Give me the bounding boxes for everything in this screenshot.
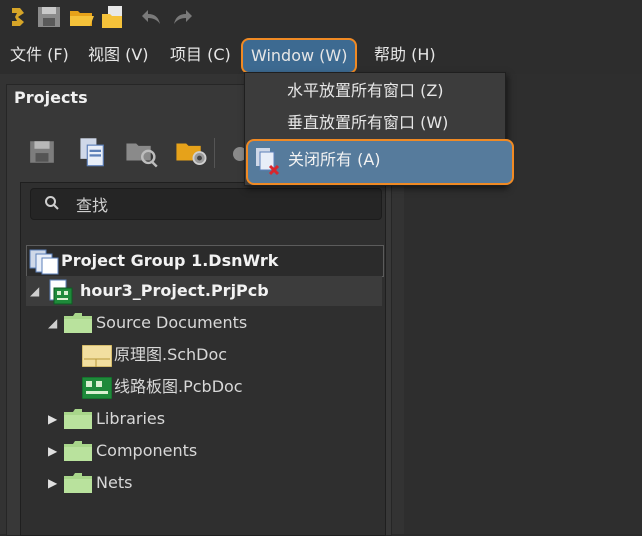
folder-icon bbox=[64, 313, 92, 333]
pcb-project-icon bbox=[49, 279, 73, 305]
project-group-label: Project Group 1.DsnWrk bbox=[61, 251, 279, 270]
schematic-doc-icon bbox=[82, 345, 112, 367]
collapse-arrow-icon[interactable]: ◢ bbox=[48, 308, 57, 338]
nets-label: Nets bbox=[96, 473, 133, 492]
schdoc-label: 原理图.SchDoc bbox=[114, 345, 228, 364]
panel-title: Projects bbox=[14, 88, 88, 107]
workspace-icon bbox=[29, 249, 59, 275]
components-label: Components bbox=[96, 441, 198, 460]
tree-row-schdoc[interactable]: 原理图.SchDoc bbox=[26, 340, 382, 370]
tree-row-nets[interactable]: ▶ Nets bbox=[26, 468, 382, 498]
tree-row-pcbdoc[interactable]: 线路板图.PcbDoc bbox=[26, 372, 382, 402]
tree-row-project-group[interactable]: Project Group 1.DsnWrk bbox=[26, 245, 384, 277]
project-label: hour3_Project.PrjPcb bbox=[80, 281, 269, 300]
menu-item-tile-vertical[interactable]: 垂直放置所有窗口 (W) bbox=[245, 107, 505, 139]
menu-project[interactable]: 项目 (C) bbox=[170, 42, 231, 68]
project-options-icon[interactable] bbox=[174, 136, 208, 168]
collapse-arrow-icon[interactable]: ◢ bbox=[30, 276, 39, 306]
menu-item-label: 垂直放置所有窗口 (W) bbox=[287, 113, 449, 132]
close-all-icon bbox=[256, 148, 280, 176]
app-logo-icon bbox=[12, 8, 24, 26]
expand-arrow-icon[interactable]: ▶ bbox=[48, 468, 57, 498]
folder-icon bbox=[64, 409, 92, 429]
open-folder-icon[interactable] bbox=[68, 4, 94, 30]
pcb-doc-icon bbox=[82, 377, 112, 399]
redo-icon[interactable] bbox=[170, 4, 196, 30]
menu-bar: 文件 (F) 视图 (V) 项目 (C) Window (W) 帮助 (H) bbox=[0, 36, 642, 74]
folder-icon bbox=[64, 441, 92, 461]
menu-item-label: 关闭所有 (A) bbox=[288, 150, 381, 169]
menu-item-close-all[interactable]: 关闭所有 (A) bbox=[246, 139, 514, 185]
libraries-label: Libraries bbox=[96, 409, 166, 428]
tree-row-components[interactable]: ▶ Components bbox=[26, 436, 382, 466]
menu-window[interactable]: Window (W) bbox=[241, 38, 358, 74]
search-placeholder: 查找 bbox=[76, 196, 109, 215]
menu-item-tile-horizontal[interactable]: 水平放置所有窗口 (Z) bbox=[245, 75, 505, 107]
search-icon bbox=[45, 196, 59, 210]
source-documents-label: Source Documents bbox=[96, 313, 248, 332]
menu-item-label: 水平放置所有窗口 (Z) bbox=[287, 81, 444, 100]
menu-file[interactable]: 文件 (F) bbox=[10, 42, 69, 68]
undo-icon[interactable] bbox=[138, 4, 164, 30]
save-project-icon[interactable] bbox=[28, 138, 56, 166]
expand-arrow-icon[interactable]: ▶ bbox=[48, 436, 57, 466]
expand-arrow-icon[interactable]: ▶ bbox=[48, 404, 57, 434]
tree-row-project[interactable]: ◢ hour3_Project.PrjPcb bbox=[26, 276, 382, 306]
find-folder-icon[interactable] bbox=[124, 136, 158, 168]
tree-row-source-documents[interactable]: ◢ Source Documents bbox=[26, 308, 382, 338]
toolbar-divider bbox=[214, 138, 215, 168]
pcbdoc-label: 线路板图.PcbDoc bbox=[114, 377, 243, 396]
save-all-icon[interactable] bbox=[78, 136, 108, 168]
folder-icon bbox=[64, 473, 92, 493]
save-icon[interactable] bbox=[36, 4, 62, 30]
settings-icon[interactable] bbox=[228, 142, 244, 166]
tree-row-libraries[interactable]: ▶ Libraries bbox=[26, 404, 382, 434]
open-doc-icon[interactable] bbox=[100, 4, 126, 30]
menu-help[interactable]: 帮助 (H) bbox=[374, 42, 436, 68]
menu-view[interactable]: 视图 (V) bbox=[88, 42, 149, 68]
main-toolbar bbox=[0, 0, 642, 36]
